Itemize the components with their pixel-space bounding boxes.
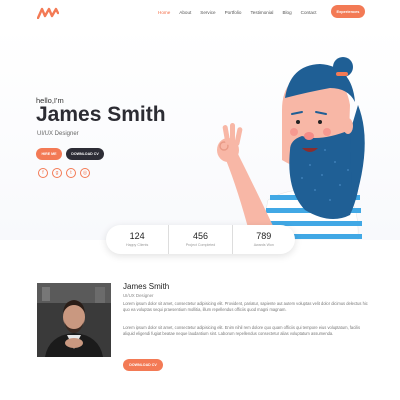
- profile-photo: [37, 283, 111, 357]
- about-download-cv-button[interactable]: DOWNLOAD CV: [123, 359, 163, 371]
- experiences-button[interactable]: Experiences: [331, 5, 365, 18]
- social-links: f g t ◎: [38, 168, 90, 178]
- about-paragraph: Lorem ipsum dolor sit amet, consectetur …: [123, 325, 361, 336]
- about-paragraph: Lorem ipsum dolor sit amet, consectetur …: [123, 301, 368, 312]
- nav-link-contact[interactable]: Contact: [301, 10, 317, 15]
- stat-value: 124: [129, 231, 145, 241]
- instagram-icon[interactable]: ◎: [80, 168, 90, 178]
- nav-link-service[interactable]: Service: [200, 10, 215, 15]
- stat-happy-clients: 124 Happy Clients: [106, 225, 168, 254]
- stat-value: 456: [192, 231, 208, 241]
- nav-link-portfolio[interactable]: Portfolio: [225, 10, 242, 15]
- nav-link-home[interactable]: Home: [158, 10, 170, 15]
- stat-label: Happy Clients: [125, 243, 149, 247]
- logo-icon[interactable]: [37, 7, 59, 19]
- nav-links: Home About Service Portfolio Testimonial…: [158, 10, 326, 15]
- bearded-man-illustration: [217, 57, 365, 240]
- nav-link-testimonial[interactable]: Testimonial: [250, 10, 273, 15]
- stat-projects-completed: 456 Project Completed: [168, 225, 231, 254]
- twitter-icon[interactable]: t: [66, 168, 76, 178]
- nav-link-blog[interactable]: Blog: [282, 10, 291, 15]
- stat-value: 789: [256, 231, 272, 241]
- top-nav: Home About Service Portfolio Testimonial…: [0, 0, 400, 26]
- stat-label: Awards Won: [253, 243, 274, 247]
- hero-role: UI/UX Designer: [37, 131, 79, 137]
- about-name: James Smith: [123, 282, 170, 291]
- stat-awards-won: 789 Awards Won: [231, 225, 295, 254]
- stats-bar: 124 Happy Clients 456 Project Completed …: [106, 225, 295, 254]
- google-plus-icon[interactable]: g: [52, 168, 62, 178]
- hero-name: James Smith: [36, 103, 166, 126]
- facebook-icon[interactable]: f: [38, 168, 48, 178]
- nav-link-about[interactable]: About: [179, 10, 191, 15]
- download-cv-button[interactable]: DOWNLOAD CV: [66, 148, 104, 160]
- about-role: UI/UX Designer: [123, 293, 154, 298]
- stat-label: Project Completed: [185, 243, 216, 247]
- hire-me-button[interactable]: HIRE ME: [36, 148, 62, 160]
